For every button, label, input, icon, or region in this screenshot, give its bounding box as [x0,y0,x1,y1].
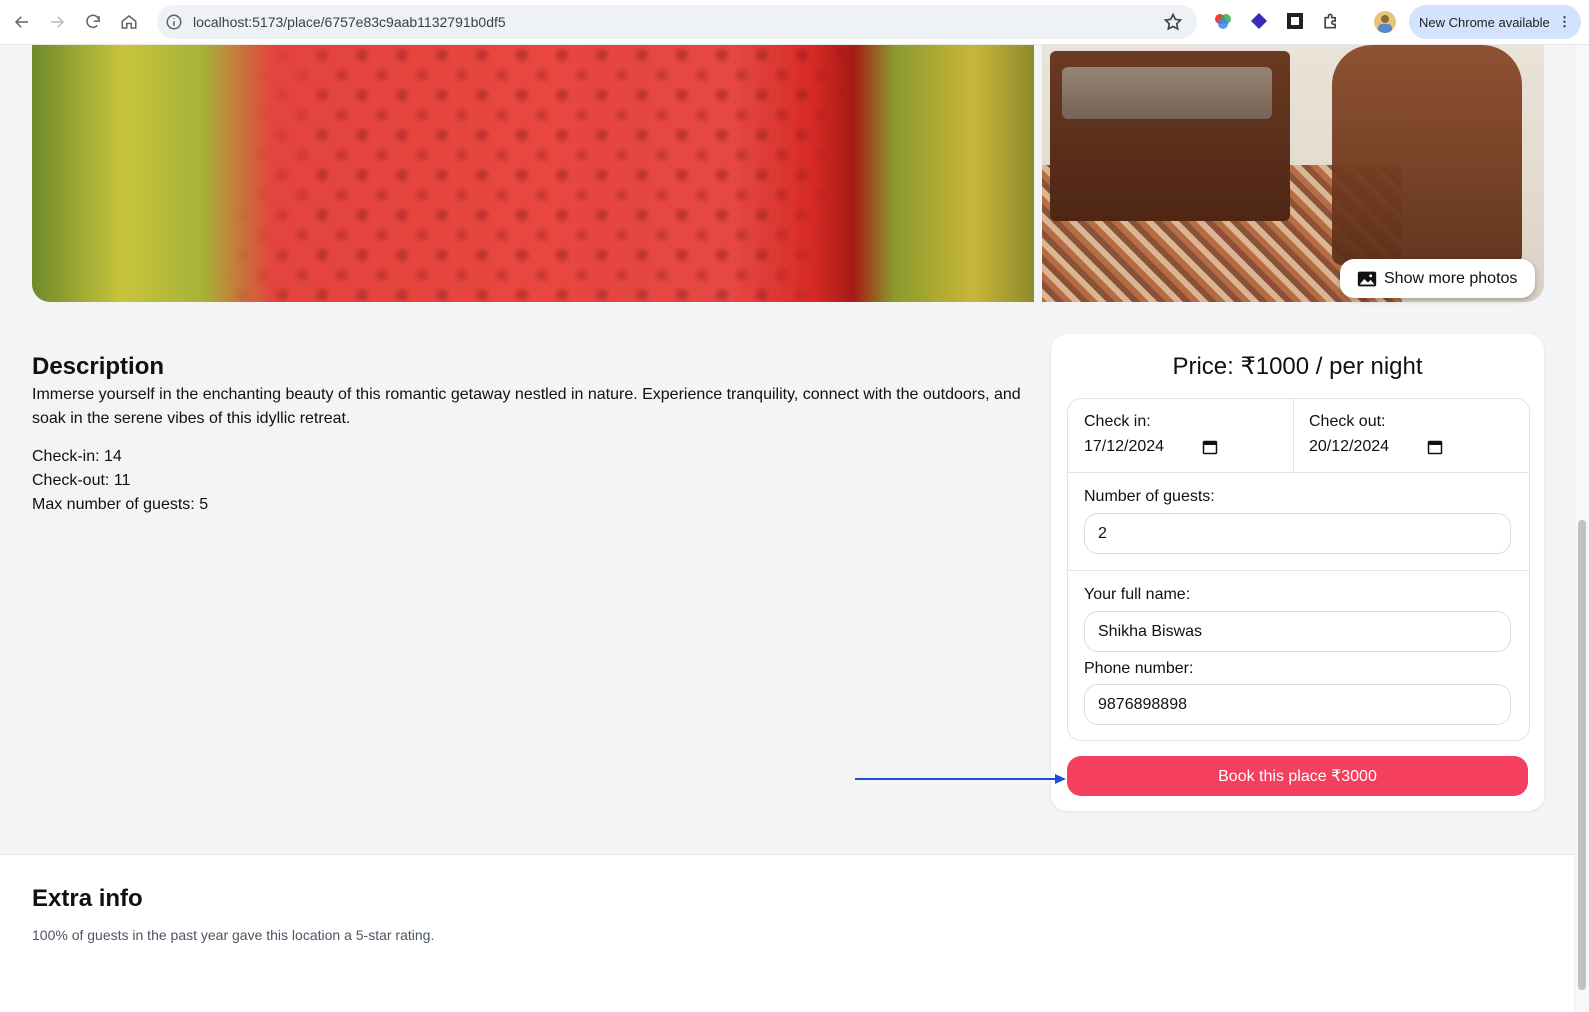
profile-avatar[interactable] [1374,11,1396,33]
url-text[interactable]: localhost:5173/place/6757e83c9aab1132791… [193,14,506,30]
paved-path-texture [32,45,1034,302]
color-extension-icon[interactable] [1213,11,1233,31]
calendar-icon[interactable] [1427,439,1443,455]
place-meta: Check-in: 14 Check-out: 11 Max number of… [32,445,208,517]
phone-input[interactable]: 9876898898 [1084,684,1511,725]
description-text: Immerse yourself in the enchanting beaut… [32,386,1021,427]
diamond-extension-icon[interactable] [1249,11,1269,31]
guests-label: Number of guests: [1084,488,1215,505]
bookmark-star-icon[interactable] [1163,12,1183,32]
browser-toolbar: localhost:5173/place/6757e83c9aab1132791… [0,0,1589,45]
frame-extension-icon[interactable] [1285,11,1305,31]
scrollbar-thumb[interactable] [1578,520,1586,990]
booking-widget: Price: ₹1000 / per night Check in: 17/12… [1051,334,1544,811]
table-glass-shape [1062,67,1272,119]
forward-icon[interactable] [45,10,69,34]
extensions-puzzle-icon[interactable] [1321,11,1341,31]
check-in-input[interactable]: 17/12/2024 [1084,438,1164,456]
chrome-update-button[interactable]: New Chrome available ⋮ [1409,5,1581,39]
annotation-arrow [855,774,1066,784]
show-more-photos-button[interactable]: Show more photos [1340,259,1535,298]
price-label: Price: ₹1000 / per night [1172,353,1423,380]
chair-shape [1332,45,1522,265]
gallery-main-photo[interactable] [32,45,1034,302]
phone-label: Phone number: [1084,660,1194,677]
reload-icon[interactable] [81,10,105,34]
guests-input[interactable]: 2 [1084,513,1511,554]
check-in-time: Check-in: 14 [32,448,122,465]
full-name-input[interactable]: Shikha Biswas [1084,611,1511,652]
date-row: Check in: 17/12/2024 Check out: 20/12/20… [1068,399,1529,473]
check-in-field[interactable]: Check in: 17/12/2024 [1068,399,1294,472]
place-page: Show more photos Description Immerse you… [0,45,1574,1012]
extra-info-title: Extra info [32,885,143,912]
home-icon[interactable] [117,10,141,34]
image-icon [1357,271,1377,286]
show-more-photos-label: Show more photos [1384,269,1518,287]
more-menu-icon[interactable]: ⋮ [1558,14,1571,30]
check-in-label: Check in: [1084,413,1151,430]
calendar-icon[interactable] [1202,439,1218,455]
check-out-label: Check out: [1309,413,1386,430]
back-icon[interactable] [10,10,34,34]
book-place-button[interactable]: Book this place ₹3000 [1067,756,1528,796]
check-out-field[interactable]: Check out: 20/12/2024 [1293,399,1529,472]
extra-info-section: Extra info 100% of guests in the past ye… [0,854,1574,1012]
address-bar[interactable]: localhost:5173/place/6757e83c9aab1132791… [157,5,1197,39]
site-info-icon[interactable] [165,13,183,31]
full-name-label: Your full name: [1084,586,1191,603]
guests-section: Number of guests: 2 [1068,472,1529,571]
check-out-input[interactable]: 20/12/2024 [1309,438,1389,456]
description-title: Description [32,353,165,380]
chrome-update-label: New Chrome available [1419,14,1550,30]
check-out-time: Check-out: 11 [32,472,131,489]
booking-form: Check in: 17/12/2024 Check out: 20/12/20… [1067,398,1530,741]
max-guests: Max number of guests: 5 [32,496,209,513]
extra-info-text: 100% of guests in the past year gave thi… [32,927,435,943]
